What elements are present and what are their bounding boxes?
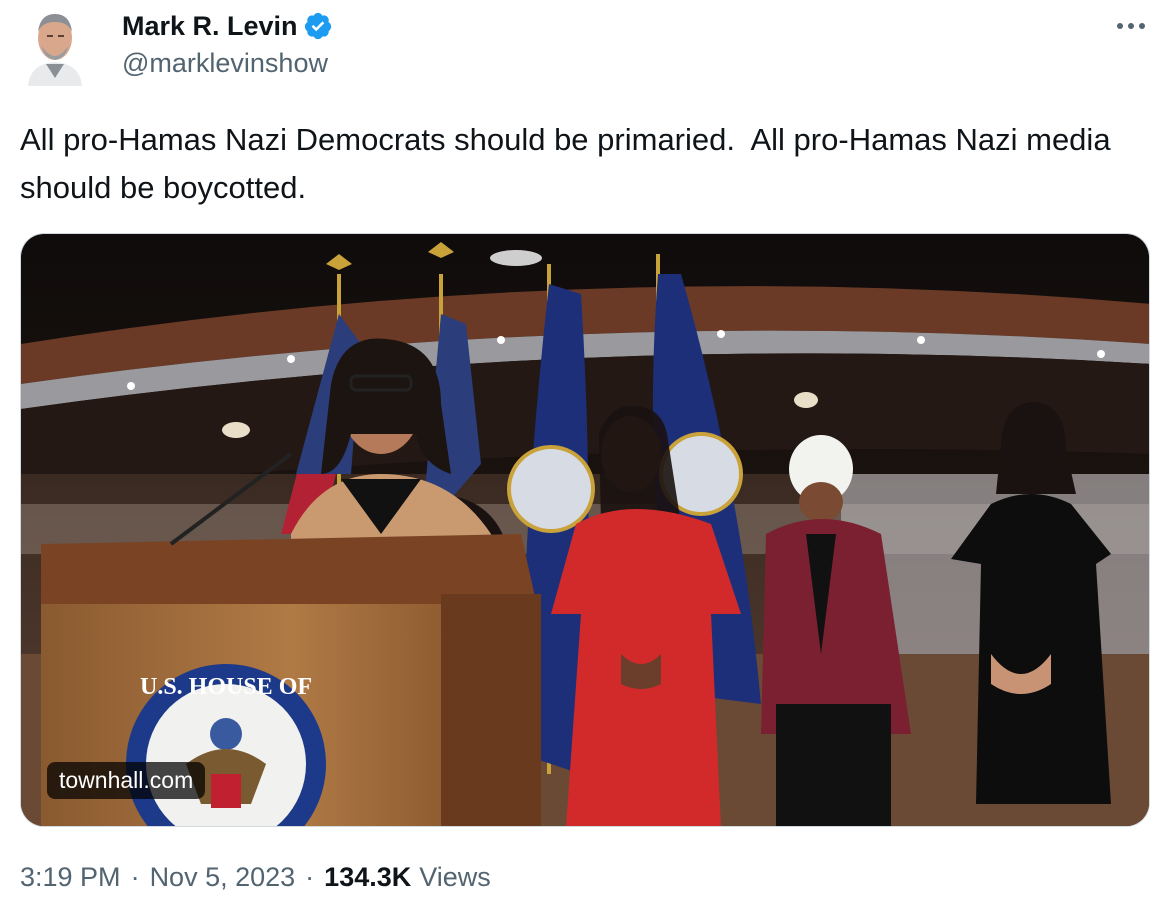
more-options-button[interactable] xyxy=(1112,8,1152,44)
avatar[interactable] xyxy=(22,6,88,86)
display-name[interactable]: Mark R. Levin xyxy=(122,8,333,44)
tweet-media-image[interactable]: U.S. HOUSE OF townhall.com xyxy=(20,233,1150,827)
views-count[interactable]: 134.3K xyxy=(324,862,411,893)
meta-separator: · xyxy=(305,862,315,892)
podium-seal-text: U.S. HOUSE OF xyxy=(140,674,312,700)
views-label[interactable]: Views xyxy=(419,862,491,893)
tweet-card: Mark R. Levin @marklevinshow All pro-Ham… xyxy=(0,0,1168,912)
more-options-icon xyxy=(1117,23,1145,29)
tweet-meta: 3:19 PM · Nov 5, 2023 · 134.3K Views xyxy=(20,862,491,893)
source-badge[interactable]: townhall.com xyxy=(47,762,206,799)
tweet-time[interactable]: 3:19 PM xyxy=(20,862,121,893)
press-conference-photo: U.S. HOUSE OF xyxy=(21,234,1149,826)
handle[interactable]: @marklevinshow xyxy=(122,48,328,79)
display-name-text: Mark R. Levin xyxy=(122,10,298,41)
tweet-date[interactable]: Nov 5, 2023 xyxy=(150,862,296,893)
tweet-text: All pro-Hamas Nazi Democrats should be p… xyxy=(20,122,1120,205)
verified-badge-icon xyxy=(304,12,331,40)
meta-separator: · xyxy=(130,862,140,892)
